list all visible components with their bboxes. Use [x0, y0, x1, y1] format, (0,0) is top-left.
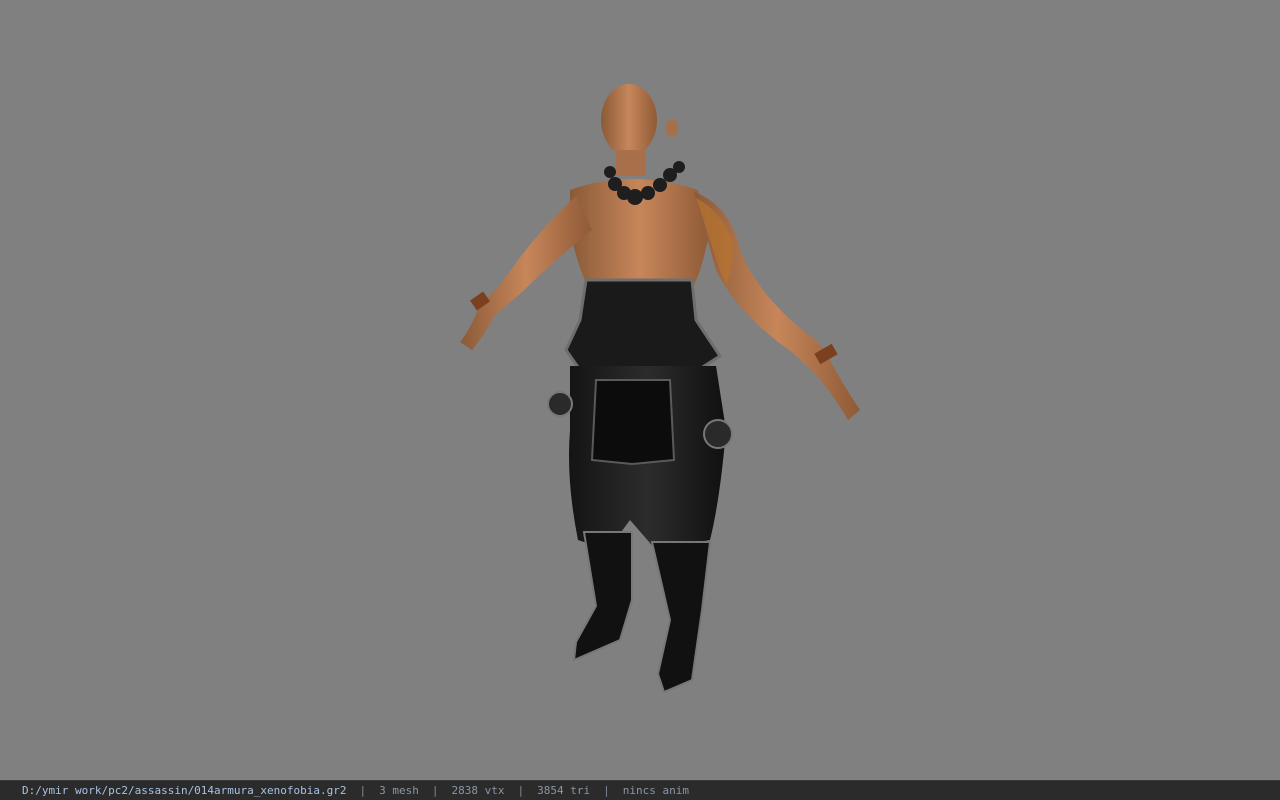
animation-status: nincs anim	[622, 784, 689, 797]
status-separator: |	[431, 784, 439, 797]
status-separator: |	[517, 784, 525, 797]
triangle-count: 3854 tri	[537, 784, 591, 797]
status-separator: |	[359, 784, 367, 797]
file-path: D:/ymir work/pc2/assassin/014armura_xeno…	[22, 784, 347, 797]
character-model-icon	[460, 84, 860, 694]
mesh-count: 3 mesh	[379, 784, 419, 797]
status-bar: D:/ymir work/pc2/assassin/014armura_xeno…	[0, 780, 1280, 800]
vertex-count: 2838 vtx	[451, 784, 505, 797]
status-separator: |	[603, 784, 610, 797]
3d-viewport[interactable]	[0, 0, 1280, 780]
